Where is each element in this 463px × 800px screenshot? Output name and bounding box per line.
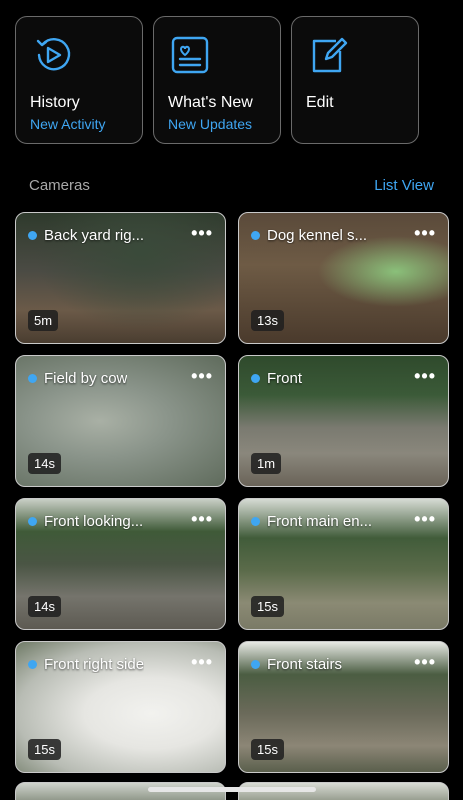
more-options-icon[interactable]: ••• [414, 652, 436, 673]
more-options-icon[interactable]: ••• [191, 366, 213, 387]
snapshot-age-badge: 15s [251, 739, 284, 760]
camera-name: Field by cow [44, 370, 128, 387]
more-options-icon[interactable]: ••• [414, 509, 436, 530]
whats-new-tile[interactable]: What's New New Updates [153, 16, 281, 144]
edit-tile[interactable]: Edit [291, 16, 419, 144]
live-status-dot [28, 660, 37, 669]
snapshot-age-badge: 14s [28, 596, 61, 617]
camera-name: Back yard rig... [44, 227, 145, 244]
camera-tile[interactable]: Field by cow ••• 14s [15, 355, 226, 487]
history-play-icon [36, 38, 71, 71]
live-status-dot [251, 660, 260, 669]
live-status-dot [28, 374, 37, 383]
cameras-heading: Cameras [29, 177, 90, 194]
camera-tile[interactable]: Front ••• 1m [238, 355, 449, 487]
camera-tile[interactable]: Back yard rig... ••• 5m [15, 212, 226, 344]
camera-tile[interactable]: Front main en... ••• 15s [238, 498, 449, 630]
edit-pencil-icon [312, 37, 348, 73]
whats-new-subtitle: New Updates [168, 116, 253, 132]
history-tile[interactable]: History New Activity [15, 16, 143, 144]
camera-name: Front [267, 370, 303, 387]
camera-tile[interactable]: Front right side ••• 15s [15, 641, 226, 773]
more-options-icon[interactable]: ••• [191, 223, 213, 244]
live-status-dot [251, 374, 260, 383]
live-status-dot [251, 231, 260, 240]
live-status-dot [28, 517, 37, 526]
live-status-dot [251, 517, 260, 526]
snapshot-age-badge: 5m [28, 310, 59, 331]
camera-grid: Back yard rig... ••• 5m Dog kennel s... … [15, 212, 449, 773]
camera-tile[interactable]: Front looking... ••• 14s [15, 498, 226, 630]
more-options-icon[interactable]: ••• [191, 652, 213, 673]
camera-tile[interactable]: Dog kennel s... ••• 13s [238, 212, 449, 344]
camera-name: Front looking... [44, 513, 144, 530]
history-title: History [30, 94, 80, 111]
camera-name: Front right side [44, 656, 145, 673]
snapshot-age-badge: 1m [251, 453, 282, 474]
camera-name: Dog kennel s... [267, 227, 368, 244]
more-options-icon[interactable]: ••• [191, 509, 213, 530]
snapshot-age-badge: 15s [28, 739, 61, 760]
snapshot-age-badge: 15s [251, 596, 284, 617]
more-options-icon[interactable]: ••• [414, 223, 436, 244]
camera-tile[interactable]: Front stairs ••• 15s [238, 641, 449, 773]
snapshot-age-badge: 13s [251, 310, 284, 331]
whats-new-title: What's New [168, 94, 253, 111]
quick-actions: History New Activity What's New New Upda… [15, 16, 419, 144]
camera-name: Front stairs [267, 656, 343, 673]
news-card-icon [171, 36, 209, 74]
edit-title: Edit [306, 94, 334, 111]
history-subtitle: New Activity [30, 116, 106, 132]
list-view-link[interactable]: List View [374, 177, 434, 194]
live-status-dot [28, 231, 37, 240]
camera-name: Front main en... [267, 513, 373, 530]
home-indicator[interactable] [148, 787, 316, 792]
cameras-section-header: Cameras List View [29, 177, 434, 194]
more-options-icon[interactable]: ••• [414, 366, 436, 387]
snapshot-age-badge: 14s [28, 453, 61, 474]
